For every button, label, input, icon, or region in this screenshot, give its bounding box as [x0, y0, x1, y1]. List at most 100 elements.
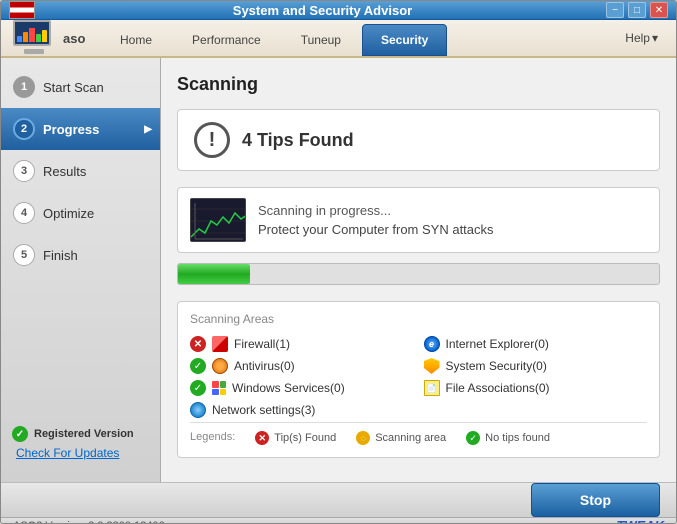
scanning-areas-box: Scanning Areas ✕ Firewall(1) e Internet … [177, 301, 660, 458]
tab-home[interactable]: Home [101, 24, 171, 56]
legend-red-icon: ✕ [255, 431, 269, 445]
window-title: System and Security Advisor [39, 3, 606, 18]
registered-label: Registered Version [34, 428, 134, 440]
nav-tabs: Home Performance Tuneup Security [101, 20, 615, 56]
step-5-number: 5 [13, 244, 35, 266]
step-3-label: Results [43, 164, 86, 179]
window-controls: − □ ✕ [606, 2, 668, 18]
tab-tuneup[interactable]: Tuneup [282, 24, 360, 56]
tips-found-box: ! 4 Tips Found [177, 109, 660, 171]
area-system-security: System Security(0) [424, 358, 648, 374]
legend-yellow-icon: ◌ [356, 431, 370, 445]
legends-bar: Legends: ✕ Tip(s) Found ◌ Scanning area … [190, 422, 647, 447]
security-category-icon [424, 358, 440, 374]
legend-scanning-area: ◌ Scanning area [356, 431, 446, 445]
close-button[interactable]: ✕ [650, 2, 668, 18]
logo-area: aso [1, 20, 101, 56]
step-5-label: Finish [43, 248, 78, 263]
action-bar: Stop [1, 482, 676, 517]
tab-performance[interactable]: Performance [173, 24, 280, 56]
progress-bar-fill [178, 264, 250, 284]
title-bar: System and Security Advisor − □ ✕ [1, 1, 676, 20]
antivirus-status-icon: ✓ [190, 358, 206, 374]
areas-grid: ✕ Firewall(1) e Internet Explorer(0) ✓ A… [190, 336, 647, 418]
main-layout: 1 Start Scan 2 Progress 3 Results 4 Opti… [1, 58, 676, 482]
help-button[interactable]: Help ▾ [615, 27, 668, 49]
brand-logo: sysTWEAK [597, 518, 664, 524]
area-network-settings: Network settings(3) [190, 402, 414, 418]
scan-status-sub: Protect your Computer from SYN attacks [258, 222, 494, 237]
page-title: Scanning [177, 74, 660, 95]
registered-check-icon: ✓ [12, 426, 28, 442]
winservices-status-icon: ✓ [190, 380, 206, 396]
area-security-label: System Security(0) [446, 359, 547, 373]
app-logo [9, 20, 59, 56]
legend-tips-found-label: Tip(s) Found [274, 432, 336, 444]
step-1-number: 1 [13, 76, 35, 98]
sidebar-footer: ✓ Registered Version Check For Updates [0, 418, 160, 468]
version-text: ASO3 Version: 3.9.3800.18406 [13, 520, 165, 524]
firewall-status-icon: ✕ [190, 336, 206, 352]
sidebar-item-finish[interactable]: 5 Finish [1, 234, 160, 276]
area-file-label: File Associations(0) [446, 381, 550, 395]
antivirus-category-icon [212, 358, 228, 374]
area-network-label: Network settings(3) [212, 403, 315, 417]
area-antivirus: ✓ Antivirus(0) [190, 358, 414, 374]
progress-bar-container [177, 263, 660, 285]
sidebar-item-optimize[interactable]: 4 Optimize [1, 192, 160, 234]
network-category-icon [190, 402, 206, 418]
chevron-down-icon: ▾ [652, 31, 658, 45]
file-category-icon: 📄 [424, 380, 440, 396]
step-2-number: 2 [13, 118, 35, 140]
area-internet-explorer: e Internet Explorer(0) [424, 336, 648, 352]
maximize-button[interactable]: □ [628, 2, 646, 18]
sidebar-item-start-scan[interactable]: 1 Start Scan [1, 66, 160, 108]
header: aso Home Performance Tuneup Security Hel… [1, 20, 676, 58]
area-windows-services: ✓ Windows Services(0) [190, 380, 414, 396]
tab-security[interactable]: Security [362, 24, 447, 56]
step-4-label: Optimize [43, 206, 94, 221]
step-1-label: Start Scan [43, 80, 104, 95]
legend-no-tips: ✓ No tips found [466, 431, 550, 445]
area-windows-label: Windows Services(0) [232, 381, 345, 395]
area-antivirus-label: Antivirus(0) [234, 359, 295, 373]
step-2-label: Progress [43, 122, 99, 137]
step-3-number: 3 [13, 160, 35, 182]
sidebar: 1 Start Scan 2 Progress 3 Results 4 Opti… [1, 58, 161, 482]
legend-no-tips-label: No tips found [485, 432, 550, 444]
scan-status-text: Scanning in progress... Protect your Com… [258, 203, 494, 237]
check-updates-link[interactable]: Check For Updates [12, 446, 148, 460]
bar-chart-icon [17, 26, 47, 42]
area-firewall: ✕ Firewall(1) [190, 336, 414, 352]
status-bar: ASO3 Version: 3.9.3800.18406 sysTWEAK [1, 517, 676, 524]
legend-green-icon: ✓ [466, 431, 480, 445]
scan-graph-icon [190, 198, 246, 242]
windows-category-icon [212, 381, 226, 395]
main-window: System and Security Advisor − □ ✕ [0, 0, 677, 524]
minimize-button[interactable]: − [606, 2, 624, 18]
brand-tweak: TWEAK [616, 518, 664, 524]
stop-button[interactable]: Stop [531, 483, 660, 517]
main-content: Scanning ! 4 Tips Found [161, 58, 676, 482]
registered-badge: ✓ Registered Version [12, 426, 148, 442]
flag-icon [9, 1, 35, 19]
scan-status-box: Scanning in progress... Protect your Com… [177, 187, 660, 253]
logo-text: aso [63, 31, 85, 46]
brand-sys: sys [597, 518, 617, 524]
step-4-number: 4 [13, 202, 35, 224]
ie-category-icon: e [424, 336, 440, 352]
scan-status-main: Scanning in progress... [258, 203, 494, 218]
warning-icon: ! [194, 122, 230, 158]
scanning-areas-title: Scanning Areas [190, 312, 647, 326]
legend-scanning-area-label: Scanning area [375, 432, 446, 444]
area-firewall-label: Firewall(1) [234, 337, 290, 351]
area-file-associations: 📄 File Associations(0) [424, 380, 648, 396]
legends-prefix: Legends: [190, 431, 235, 445]
area-ie-label: Internet Explorer(0) [446, 337, 549, 351]
tips-found-text: 4 Tips Found [242, 130, 354, 151]
legend-tips-found: ✕ Tip(s) Found [255, 431, 336, 445]
firewall-category-icon [212, 336, 228, 352]
sidebar-item-results[interactable]: 3 Results [1, 150, 160, 192]
sidebar-item-progress[interactable]: 2 Progress [1, 108, 160, 150]
monitor-base [24, 49, 44, 54]
